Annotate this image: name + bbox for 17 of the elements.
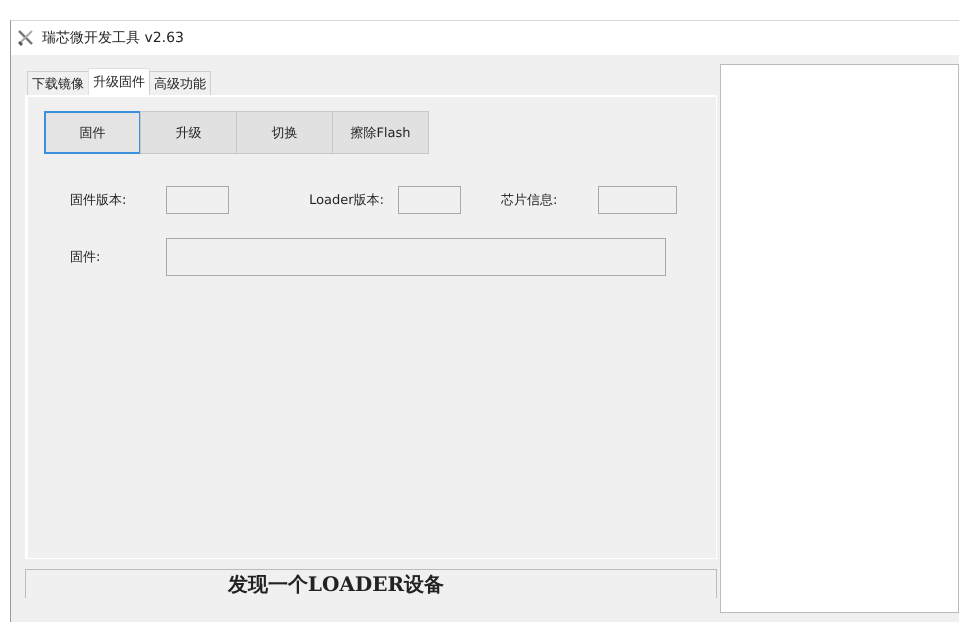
field-label: 固件版本: [70, 192, 128, 209]
field-label: Loader版本: [308, 192, 385, 209]
window-title: 瑞芯微开发工具 v2.63 [42, 29, 184, 47]
input-field[interactable] [598, 186, 677, 214]
input-field[interactable] [166, 186, 229, 214]
input-field[interactable] [398, 186, 461, 214]
field-label: 芯片信息: [501, 192, 558, 209]
tab[interactable]: 高级功能 [149, 71, 211, 95]
status-text: 发现一个LOADER设备 [228, 570, 444, 598]
input-field[interactable] [166, 238, 666, 276]
toolbar-button[interactable]: 切换 [236, 111, 333, 154]
toolbar-button[interactable]: 升级 [140, 111, 237, 154]
tab[interactable]: 升级固件 [88, 68, 150, 95]
field-label: 固件: [70, 249, 102, 266]
toolbar-button[interactable]: 固件 [44, 111, 141, 154]
tab[interactable]: 下载镜像 [27, 71, 89, 95]
toolbar-button[interactable]: 擦除Flash [332, 111, 429, 154]
